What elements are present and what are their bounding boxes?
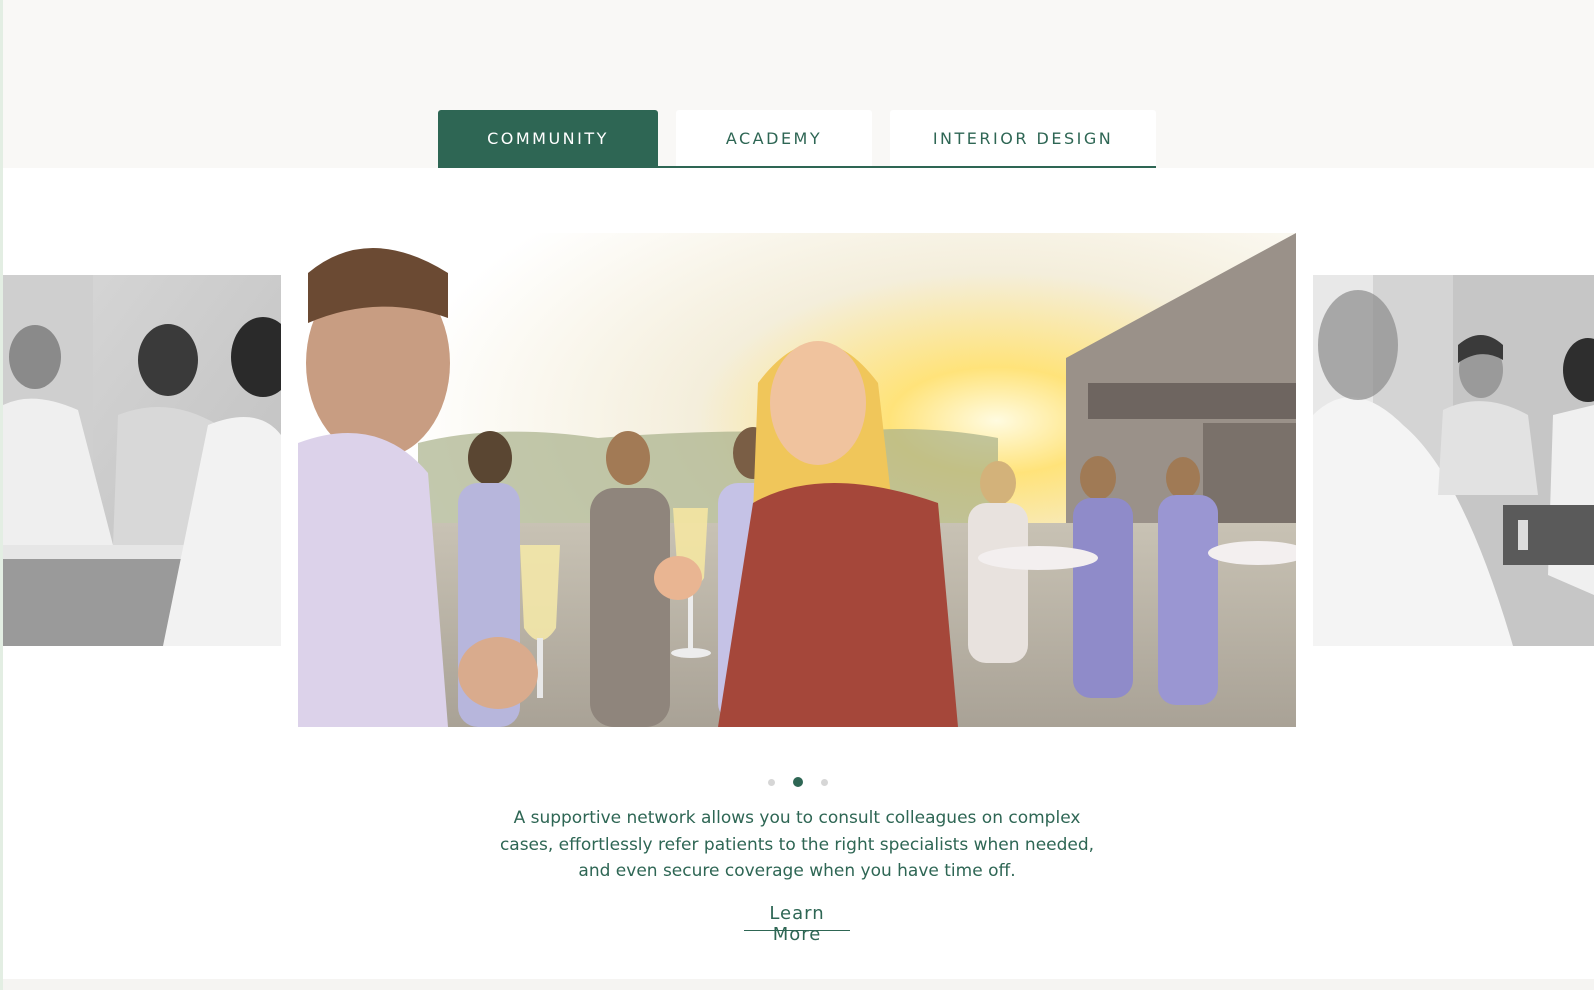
carousel-dot-3[interactable] — [821, 778, 828, 786]
carousel-slide-current[interactable] — [298, 233, 1296, 727]
clinic-staff-photo-bw-icon — [1313, 275, 1594, 646]
footer-band — [3, 979, 1594, 990]
tab-academy[interactable]: ACADEMY — [676, 110, 872, 166]
carousel-dot-1[interactable] — [768, 778, 775, 786]
carousel-pagination — [768, 776, 828, 788]
meeting-photo-bw-icon — [3, 275, 281, 646]
tab-interior-design[interactable]: INTERIOR DESIGN — [890, 110, 1156, 166]
carousel-dot-2[interactable] — [793, 777, 803, 787]
carousel-slide-next[interactable] — [1313, 275, 1594, 646]
section-tabs: COMMUNITY ACADEMY INTERIOR DESIGN — [438, 110, 1156, 168]
carousel-slide-previous[interactable] — [3, 275, 281, 646]
learn-more-link[interactable]: Learn More — [744, 903, 850, 945]
tab-community[interactable]: COMMUNITY — [438, 110, 658, 166]
section-description: A supportive network allows you to consu… — [499, 808, 1095, 881]
rooftop-networking-photo-icon — [298, 233, 1296, 727]
